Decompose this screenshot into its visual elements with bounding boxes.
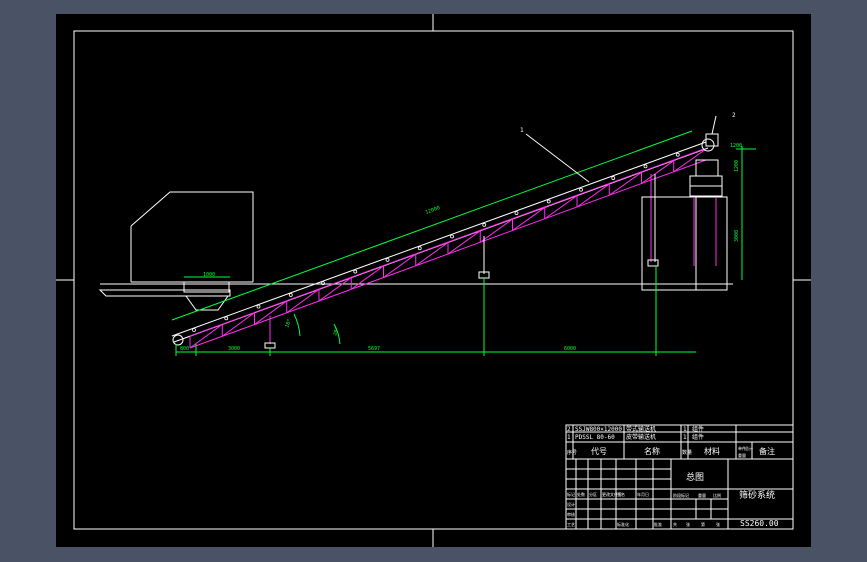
- header-weight: 重量: [738, 452, 746, 458]
- sign-row-label: 批准: [654, 521, 662, 527]
- dim-mid-support-label: 5697: [368, 346, 380, 352]
- hopper-funnel: [185, 295, 229, 311]
- part-1-no: 1: [567, 434, 571, 441]
- dim-head-width-label: 1200: [730, 143, 742, 149]
- idler-roller: [450, 234, 454, 239]
- idler-roller: [482, 222, 487, 227]
- dim-first-support-label: 3000: [228, 346, 240, 352]
- part-2-code: SSJW800×12000: [575, 426, 622, 433]
- revision-col-label: 分区: [589, 491, 597, 497]
- header-total: 总计: [745, 445, 753, 451]
- revision-labels: 标记 处数 分区 更改文件号签名 年月日: [567, 491, 649, 497]
- sheet-frame: [56, 14, 811, 547]
- stage-col-label: 阶段标记: [673, 492, 689, 498]
- angle-arc-1: [293, 313, 301, 337]
- head-pulley: [701, 138, 715, 152]
- sheet-count-label: 共: [673, 521, 677, 527]
- tail-pulley: [172, 334, 184, 346]
- sign-row-label: 审核: [567, 511, 575, 517]
- title-block: 2 SSJW800×12000 带式输送机 1 组件 1 PDSSL 80-60…: [565, 424, 794, 530]
- callout-marker-1: 1: [520, 127, 524, 134]
- idler-roller: [192, 328, 196, 332]
- stage-col-label: 重量: [698, 492, 706, 498]
- part-1-code: PDSSL 80-60: [575, 434, 615, 441]
- support-foot-3: [647, 259, 659, 267]
- idler-roller: [643, 164, 648, 169]
- header-qty: 数量: [682, 449, 692, 456]
- sheet-count-label: 张: [716, 521, 720, 527]
- general-assembly-drawing: 1000 12000 800 3000 5697 6000 1200 3000 …: [56, 14, 811, 547]
- part-2-qty: 1: [683, 426, 687, 433]
- part-callouts: 1 2: [520, 112, 736, 183]
- dim-hopper-label: 1000: [203, 272, 215, 278]
- idler-roller: [224, 316, 229, 321]
- idler-roller: [611, 176, 616, 180]
- part-1-name: 皮带输送机: [626, 433, 656, 441]
- screen-house: [98, 191, 254, 311]
- header-name: 名称: [644, 446, 660, 456]
- header-seq: 序号: [567, 449, 577, 456]
- revision-col-label: 年月日: [637, 491, 649, 497]
- dim-head-height-label: 1200: [734, 160, 740, 172]
- callout-leader-2: [711, 115, 717, 135]
- system-name: 筛砂系统: [739, 489, 775, 501]
- idler-roller: [385, 257, 390, 262]
- header-remarks: 备注: [759, 446, 775, 456]
- part-2-name: 带式输送机: [626, 425, 656, 433]
- dim-belt-length: [171, 130, 693, 321]
- revision-col-label: 标记: [567, 491, 575, 497]
- dim-tower-height-label: 3000: [734, 230, 740, 242]
- sign-labels: 设计审核工艺 标准化 批准: [567, 501, 662, 527]
- callout-marker-2: 2: [732, 112, 736, 119]
- callout-leader-1: [525, 133, 590, 183]
- idler-roller: [675, 152, 680, 157]
- truss-web: [189, 148, 707, 349]
- cad-viewer: 1000 12000 800 3000 5697 6000 1200 3000 …: [0, 0, 867, 562]
- assembly-title: 总图: [686, 471, 704, 483]
- sheet-count-label: 第: [701, 521, 705, 527]
- idler-roller: [288, 293, 293, 297]
- idler-roller: [579, 187, 583, 192]
- angle-label-1: 18°: [284, 318, 293, 329]
- header-code: 代号: [591, 446, 607, 456]
- part-1-material: 组件: [692, 433, 704, 441]
- dim-overhang-label: 800: [180, 346, 189, 352]
- drawing-code: SS260.00: [740, 519, 779, 528]
- truss-top-chord: [189, 148, 705, 337]
- idler-roller: [353, 269, 358, 274]
- sign-row-label: 设计: [567, 501, 575, 507]
- part-2-material: 组件: [692, 425, 704, 433]
- sign-row-label: 标准化: [617, 521, 629, 527]
- sign-row-label: 工艺: [567, 522, 575, 527]
- conveyor-supports: [264, 174, 659, 349]
- stage-labels: 阶段标记 重量 比例: [673, 492, 721, 498]
- angle-label-2: 20°: [332, 326, 341, 337]
- header-material: 材料: [704, 446, 720, 456]
- revision-col-label: 处数: [577, 491, 585, 497]
- dim-belt-length-label: 12000: [425, 205, 441, 216]
- discharge-chute: [98, 289, 231, 297]
- idler-roller: [546, 199, 551, 204]
- part-2-no: 2: [567, 426, 571, 433]
- sheet-count-label: 张: [686, 521, 690, 527]
- dim-head-support-label: 6000: [564, 346, 576, 352]
- belt-idlers: [192, 152, 680, 332]
- drawing-sheet: 1000 12000 800 3000 5697 6000 1200 3000 …: [56, 14, 811, 547]
- idler-roller: [514, 211, 519, 216]
- footer-labels: 共张第张: [673, 521, 720, 527]
- house-outline: [130, 191, 254, 282]
- idler-roller: [256, 304, 261, 309]
- belt-top: [171, 141, 707, 337]
- part-1-qty: 1: [683, 434, 687, 441]
- idler-roller: [417, 246, 422, 251]
- revision-col-label: 签名: [617, 491, 625, 497]
- stage-col-label: 比例: [713, 492, 721, 498]
